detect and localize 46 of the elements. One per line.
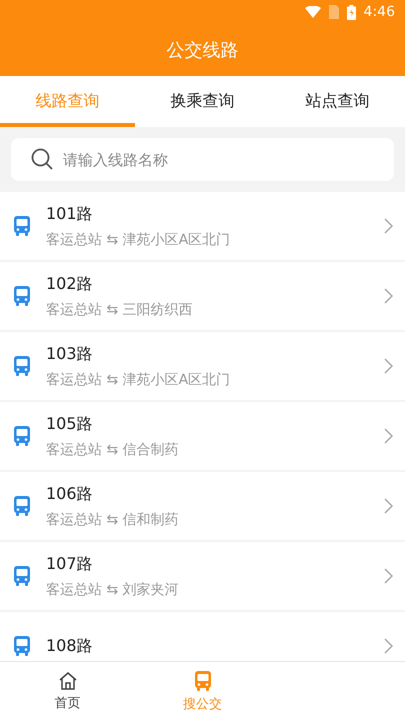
route-name: 106路	[46, 484, 94, 504]
route-name: 102路	[46, 274, 94, 294]
route-row[interactable]: 102路 客运总站 ⇆ 三阳纺织西	[0, 262, 405, 330]
bus-icon	[12, 425, 32, 447]
route-name: 103路	[46, 344, 94, 364]
page-title: 公交线路	[166, 39, 238, 62]
route-stops: 客运总站 ⇆ 刘家夹河	[46, 580, 180, 598]
route-row[interactable]: 107路 客运总站 ⇆ 刘家夹河	[0, 542, 405, 610]
search-icon	[31, 148, 53, 170]
chevron-icon	[384, 638, 393, 654]
bus-icon	[12, 495, 32, 517]
search-field[interactable]: 请输入线路名称	[11, 138, 394, 181]
route-name: 108路	[46, 636, 94, 656]
chevron-icon	[384, 218, 393, 234]
bus-icon	[192, 670, 212, 692]
battery-icon	[346, 4, 356, 20]
route-row[interactable]: 108路	[0, 612, 405, 661]
no-sim-icon	[328, 5, 339, 19]
bus-icon	[12, 355, 32, 377]
chevron-icon	[384, 428, 393, 444]
route-row[interactable]: 106路 客运总站 ⇆ 信和制药	[0, 472, 405, 540]
home-icon	[58, 670, 78, 690]
tab[interactable]: 站点查询	[270, 76, 405, 127]
route-stops: 客运总站 ⇆ 信和制药	[46, 510, 180, 528]
route-name: 107路	[46, 554, 94, 574]
chevron-icon	[384, 568, 393, 584]
tab[interactable]: 换乘查询	[135, 76, 270, 127]
route-stops: 客运总站 ⇆ 津苑小区A区北门	[46, 230, 232, 248]
route-stops: 客运总站 ⇆ 信合制药	[46, 440, 180, 458]
wifi-icon	[304, 6, 321, 18]
route-stops: 客运总站 ⇆ 津苑小区A区北门	[46, 370, 232, 388]
route-stops: 客运总站 ⇆ 三阳纺织西	[46, 300, 194, 318]
bus-icon	[12, 565, 32, 587]
chevron-icon	[384, 288, 393, 304]
chevron-icon	[384, 358, 393, 374]
bus-icon	[12, 635, 32, 657]
status-time: 4:46	[364, 4, 395, 20]
bus-icon	[12, 215, 32, 237]
chevron-icon	[384, 498, 393, 514]
nav-item[interactable]: 首页	[0, 662, 135, 720]
route-name: 101路	[46, 204, 94, 224]
route-row[interactable]: 103路 客运总站 ⇆ 津苑小区A区北门	[0, 332, 405, 400]
route-row[interactable]: 105路 客运总站 ⇆ 信合制药	[0, 402, 405, 470]
route-name: 105路	[46, 414, 94, 434]
bus-icon	[12, 285, 32, 307]
route-row[interactable]: 101路 客运总站 ⇆ 津苑小区A区北门	[0, 192, 405, 260]
